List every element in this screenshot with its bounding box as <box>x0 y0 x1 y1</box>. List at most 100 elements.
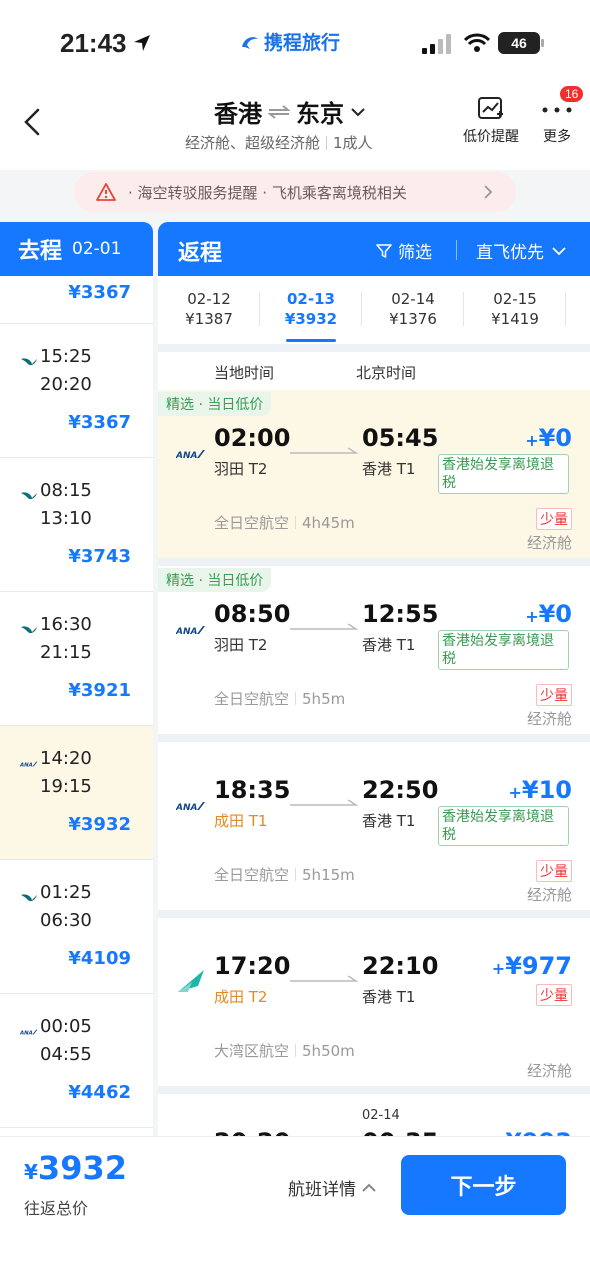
cathay-logo-icon <box>21 894 37 902</box>
filter-button[interactable]: 筛选 <box>376 238 432 263</box>
filter-label: 筛选 <box>398 243 432 263</box>
price-alert-button[interactable]: 低价提醒 <box>460 96 522 146</box>
flight-duration: 5h5m <box>302 690 346 708</box>
date-option[interactable]: 02-13 ¥3932 <box>260 290 362 342</box>
flight-path-arrow-icon <box>290 799 358 806</box>
beijing-time-header: 北京时间 <box>356 364 417 382</box>
chevron-right-icon <box>484 185 493 199</box>
outbound-flight-item[interactable]: 08:15 13:10 ¥3743 <box>0 458 153 592</box>
origin-city: 香港 <box>214 100 262 128</box>
cathay-logo-icon <box>21 358 37 366</box>
flight-path-arrow-icon <box>290 623 358 630</box>
price-amount: ¥0 <box>538 600 572 628</box>
arrival-time: 21:15 <box>40 642 92 663</box>
svg-text:ANA: ANA <box>176 627 197 636</box>
airline-name: 全日空航空 <box>214 866 290 884</box>
checkout-bar: ¥3932 往返总价 航班详情 下一步 <box>0 1136 590 1279</box>
cabin-class-label: 经济舱 <box>526 1062 572 1080</box>
flight-path-arrow-icon <box>290 447 358 454</box>
date-label: 02-14 <box>391 290 435 308</box>
route-selector[interactable]: 香港 东京 <box>214 94 366 129</box>
departure-time: 01:25 <box>40 882 92 903</box>
flight-path-arrow-icon <box>290 975 358 982</box>
price-alert-label: 低价提醒 <box>463 129 519 145</box>
flight-card[interactable]: Jetstar02-1420:20成田 T300:35香港 T1+¥993经济舱 <box>158 1094 590 1136</box>
arrival-time: 13:10 <box>40 508 92 529</box>
svg-text:ANA: ANA <box>20 762 33 768</box>
service-notice-banner[interactable]: · 海空转驳服务提醒 · 飞机乘客离境税相关 <box>74 172 516 212</box>
arrival-terminal: 香港 T1 <box>362 636 416 654</box>
currency-symbol: ¥ <box>24 1160 38 1184</box>
limited-seats-badge: 少量 <box>536 508 572 530</box>
limited-seats-badge: 少量 <box>536 860 572 882</box>
greater-bay-airlines-logo-icon <box>178 970 204 992</box>
more-label: 更多 <box>543 129 571 145</box>
flight-details-button[interactable]: 航班详情 <box>288 1175 376 1200</box>
cabin-class-label: 经济舱 <box>526 534 572 552</box>
outbound-flight-item[interactable]: ¥3367 <box>0 276 153 324</box>
departure-time: 18:35 <box>214 776 291 804</box>
outbound-price: ¥3921 <box>68 680 131 701</box>
time-column-headers: 当地时间 北京时间 <box>158 352 590 390</box>
cabin-class-label: 经济舱 <box>526 886 572 904</box>
airline-info: 全日空航空 5h15m <box>214 864 355 885</box>
return-date-strip: 02-12 ¥1387 02-13 ¥3932 02-14 ¥1376 02-15 ¥1419… <box>158 276 590 344</box>
price-prefix: + <box>508 783 522 802</box>
flight-card[interactable]: ANA 18:35 成田 T1 22:50 香港 T1 +¥10 香港始发享离境退税 全日空航… <box>158 742 590 918</box>
return-flight-list: 当地时间 北京时间 精选 · 当日低价 ANA 02:00 羽田 T2 05:45 香港 … <box>158 352 590 1136</box>
flight-card[interactable]: 精选 · 当日低价 ANA 02:00 羽田 T2 05:45 香港 T1 +¥0 香港始发享… <box>158 390 590 566</box>
ana-logo-icon: ANA <box>20 761 38 768</box>
date-option[interactable]: 02-14 ¥1376 <box>362 290 464 328</box>
recommend-tag: 精选 · 当日低价 <box>158 392 272 416</box>
flight-card[interactable]: 17:20 成田 T2 22:10 香港 T1 +¥977 大湾区航空 5h50m 少量 经济舱 <box>158 918 590 1094</box>
sort-direct-first-dropdown[interactable]: 直飞优先 <box>476 238 566 263</box>
total-amount: 3932 <box>37 1149 127 1187</box>
total-price: ¥3932 <box>24 1149 127 1187</box>
price-amount: ¥0 <box>538 424 572 452</box>
svg-text:ANA: ANA <box>20 1030 33 1036</box>
outbound-flight-item[interactable]: ANA 00:05 04:55 ¥4462 <box>0 994 153 1128</box>
ana-logo-icon: ANA <box>176 450 205 460</box>
arrival-terminal: 香港 T1 <box>362 812 416 830</box>
outbound-date: 02-01 <box>72 239 122 259</box>
date-price: ¥1387 <box>185 310 233 328</box>
arrival-time: 04:55 <box>40 1044 92 1065</box>
outbound-flight-item[interactable]: 16:30 21:15 ¥3921 <box>0 592 153 726</box>
ana-logo-icon: ANA <box>20 1029 38 1036</box>
date-option[interactable]: 02-12 ¥1387 <box>158 290 260 328</box>
wifi-icon <box>464 33 490 52</box>
search-header: 香港 东京 经济舱、超级经济舱 1成人 低价提醒 16 更多 <box>0 80 590 170</box>
next-step-button[interactable]: 下一步 <box>401 1155 566 1215</box>
outbound-flight-item[interactable]: ANA 14:20 19:15 ¥3932 <box>0 726 153 860</box>
departure-time: 20:20 <box>214 1128 290 1136</box>
departure-time: 16:30 <box>40 614 92 635</box>
arrival-time: 20:20 <box>40 374 92 395</box>
outbound-flight-item[interactable]: 01:25 06:30 ¥4109 <box>0 860 153 994</box>
date-option[interactable]: 02-15 ¥1419 <box>464 290 566 328</box>
more-button[interactable]: 16 更多 <box>536 86 584 146</box>
flight-duration: 4h45m <box>302 514 355 532</box>
arrival-time: 00:35 <box>362 1128 438 1136</box>
outbound-tab[interactable]: 去程 02-01 <box>0 222 153 276</box>
ana-logo-icon: ANA <box>176 802 205 812</box>
cabin-class-label: 经济舱 <box>526 710 572 728</box>
cathay-logo-icon <box>21 492 37 500</box>
airline-name: 全日空航空 <box>214 690 290 708</box>
return-header: 返程 筛选 直飞优先 <box>158 222 590 276</box>
price-chart-bell-icon <box>478 97 503 119</box>
chevron-up-icon <box>362 1183 376 1192</box>
warning-icon <box>96 183 116 201</box>
price-difference: +¥993 <box>492 1128 572 1136</box>
back-arrow-icon[interactable] <box>18 104 50 140</box>
notification-badge: 16 <box>560 86 584 102</box>
departure-terminal: 羽田 T2 <box>214 460 268 478</box>
svg-text:ANA: ANA <box>176 451 197 460</box>
arrival-time: 22:10 <box>362 952 439 980</box>
flight-card[interactable]: 精选 · 当日低价 ANA 08:50 羽田 T2 12:55 香港 T1 +¥0 香港始发享… <box>158 566 590 742</box>
arrival-date: 02-14 <box>362 1108 400 1123</box>
notice-text: · 海空转驳服务提醒 · 飞机乘客离境税相关 <box>128 183 407 202</box>
price-prefix: + <box>491 959 506 978</box>
date-option[interactable]: 02 直 <box>566 290 590 331</box>
outbound-flight-item[interactable]: 15:25 20:20 ¥3367 <box>0 324 153 458</box>
location-arrow-icon <box>134 35 150 51</box>
